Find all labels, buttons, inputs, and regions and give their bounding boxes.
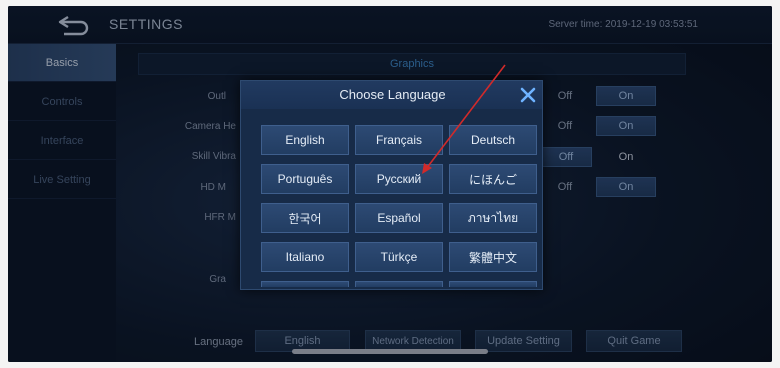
language-option-thai[interactable]: ภาษาไทย — [449, 203, 537, 233]
dialog-title: Choose Language — [339, 87, 446, 102]
language-option-portuguese[interactable]: Português — [261, 164, 349, 194]
language-option-hidden[interactable] — [355, 281, 443, 287]
language-option-japanese[interactable]: にほんご — [449, 164, 537, 194]
language-option-hidden[interactable] — [261, 281, 349, 287]
language-option-hidden[interactable] — [449, 281, 537, 287]
language-dialog: Choose Language English Français Deutsch… — [240, 80, 543, 290]
dialog-header: Choose Language — [241, 81, 542, 109]
language-option-traditional-chinese[interactable]: 繁體中文 — [449, 242, 537, 272]
language-option-korean[interactable]: 한국어 — [261, 203, 349, 233]
language-option-turkish[interactable]: Türkçe — [355, 242, 443, 272]
language-option-italian[interactable]: Italiano — [261, 242, 349, 272]
language-option-russian[interactable]: Русский — [355, 164, 443, 194]
game-window: SETTINGS Server time: 2019-12-19 03:53:5… — [8, 6, 772, 362]
close-icon[interactable] — [517, 84, 539, 106]
language-option-french[interactable]: Français — [355, 125, 443, 155]
language-option-german[interactable]: Deutsch — [449, 125, 537, 155]
language-option-english[interactable]: English — [261, 125, 349, 155]
language-option-spanish[interactable]: Español — [355, 203, 443, 233]
